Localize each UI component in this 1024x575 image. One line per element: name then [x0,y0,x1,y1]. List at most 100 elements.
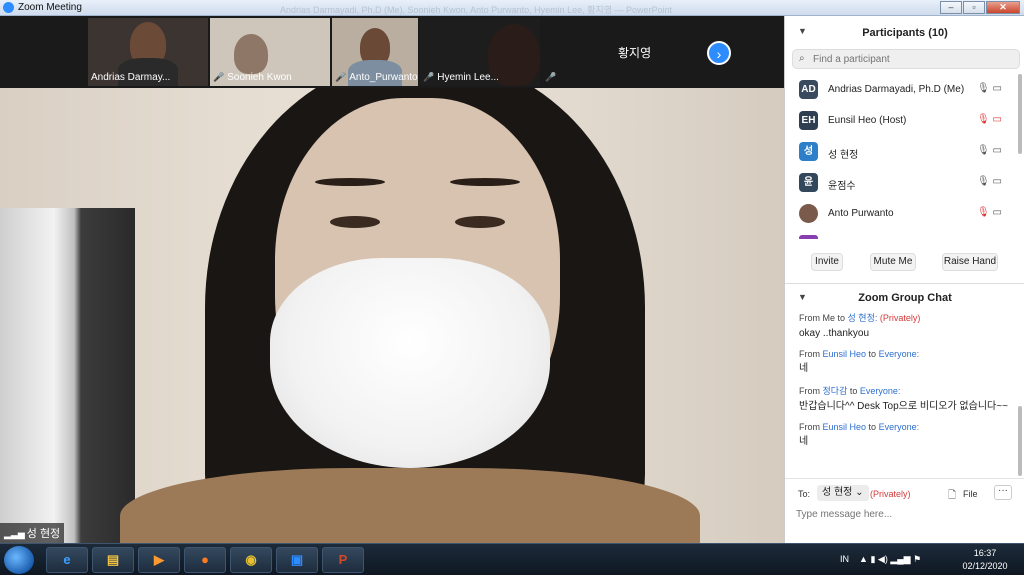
participant-name: Eunsil Heo (Host) [828,115,907,126]
file-icon[interactable]: 🗋 [948,488,956,505]
participants-header: ▼ Participants (10) [785,16,1024,48]
message-text: okay ..thankyou [799,328,870,339]
minimize-button[interactable]: – [940,1,962,14]
mic-muted-icon: 🎤 [545,72,557,82]
invite-button[interactable]: Invite [811,253,843,271]
message-text: 반갑습니다^^ Desk Top으로 비디오가 없습니다~~ [799,401,1008,412]
powerpoint-icon[interactable]: P [322,547,364,573]
recipient-select[interactable]: 성 현정 ⌄ [817,485,869,501]
thumbnail-name: Soonieh Kwon [227,72,292,83]
video-icon[interactable]: ▭ [992,176,1001,187]
chat-message-input[interactable] [796,506,1018,522]
next-page-button[interactable]: › [707,41,731,65]
start-button[interactable] [4,546,34,574]
participants-scrollbar[interactable] [1018,74,1022,154]
from-label: From Me to [799,313,846,323]
clock-time: 16:37 [973,548,997,558]
faint-caption: Andrias Darmayadi, Ph.D (Me), Soonieh Kw… [280,5,673,15]
ie-icon[interactable]: e [46,547,88,573]
recipient-value: 성 현정 [822,487,853,498]
file-button[interactable]: File [963,489,978,499]
chat-message: From Eunsil Heo to Everyone: 네 [799,422,1014,448]
chat-message: From 정다감 to Everyone: 반갑습니다^^ Desk Top으로… [799,384,1014,413]
participant-row[interactable]: EH Eunsil Heo (Host) 🎙 ▭ [785,104,1017,135]
participant-row[interactable]: 윤 윤점수 🎙 ▭ [785,166,1017,197]
speaker-sweater-image [120,468,700,543]
language-indicator[interactable]: IN [840,554,849,564]
participant-actions: Invite Mute Me Raise Hand [785,253,1024,273]
private-label: (Privately) [879,313,921,323]
thumbnail-hwangjiyoung[interactable]: 황지영 🎤 [542,18,702,86]
firefox-icon[interactable]: ● [184,547,226,573]
participant-status: 🎙 ▭ [977,114,1002,125]
sender-name[interactable]: 정다감 [823,386,848,396]
recipient-name[interactable]: Everyone: [879,422,920,432]
participant-name: 윤점수 [828,181,856,192]
sender-name[interactable]: Eunsil Heo [823,349,867,359]
window-title: Zoom Meeting [18,2,82,13]
chat-scrollbar[interactable] [1018,406,1022,476]
active-speaker-name: 성 현정 [26,528,61,540]
video-icon[interactable]: ▭ [992,145,1001,156]
thumbnail-soonieh[interactable]: 🎤 Soonieh Kwon [210,18,330,86]
participant-status: 🎙 ▭ [977,176,1002,187]
mic-icon[interactable]: 🎙 [977,83,990,94]
sender-name[interactable]: Eunsil Heo [823,422,867,432]
recipient-name[interactable]: Everyone: [879,349,920,359]
maximize-button[interactable]: ▫ [963,1,985,14]
chat-message: From Eunsil Heo to Everyone: 네 [799,349,1014,375]
active-speaker-video: ▂▃▅ 성 현정 [0,88,784,543]
divider [785,478,1024,479]
thumbnail-anto[interactable]: 🎤 Anto_Purwanto [332,18,418,86]
face-mask-image [270,258,550,468]
battery-icon[interactable]: ▮ [870,554,875,564]
participant-video-image [234,34,268,74]
video-icon[interactable]: ▭ [992,207,1001,218]
zoom-icon[interactable]: ▣ [276,547,318,573]
participant-search[interactable]: ⌕ [792,49,1020,69]
participant-status: 🎙 ▭ [977,145,1002,156]
raise-hand-button[interactable]: Raise Hand [942,253,998,271]
participant-row-partial[interactable] [785,228,1017,239]
background-refrigerator-image [0,208,135,543]
chat-messages: From Me to 성 현정: (Privately) okay ..than… [799,311,1014,471]
media-icon[interactable]: ▶ [138,547,180,573]
message-meta: From 정다감 to Everyone: [799,386,901,396]
video-icon[interactable]: ▭ [992,83,1001,94]
chrome-icon[interactable]: ◉ [230,547,272,573]
thumbnail-hyemin[interactable]: 🎤 Hyemin Lee... [420,18,540,86]
participant-search-input[interactable] [813,52,1013,67]
message-meta: From Me to 성 현정: (Privately) [799,311,1014,324]
message-meta: From Eunsil Heo to Everyone: [799,422,920,432]
windows-taskbar: e ▤ ▶ ● ◉ ▣ P IN ▲ ▮ ◀) ▂▄▆ ⚑ 16:37 02/1… [0,543,1024,575]
mic-muted-icon[interactable]: 🎙 [977,114,990,125]
sender-name[interactable]: 성 현정: [848,313,878,323]
explorer-icon[interactable]: ▤ [92,547,134,573]
participant-row[interactable]: 성 성 현정 🎙 ▭ [785,135,1017,166]
video-off-icon[interactable]: ▭ [992,114,1001,125]
mic-muted-icon[interactable]: 🎙 [977,207,990,218]
participant-row[interactable]: Anto Purwanto 🎙 ▭ [785,197,1017,228]
more-options-button[interactable]: ··· [994,485,1012,500]
recipient-name[interactable]: Everyone: [860,386,901,396]
mic-icon[interactable]: 🎙 [977,145,990,156]
mic-muted-icon: 🎤 [423,72,435,82]
flag-icon[interactable]: ⚑ [913,554,921,564]
network-icon[interactable]: ▂▄▆ [890,554,910,564]
divider [785,283,1024,284]
mic-icon[interactable]: 🎙 [977,176,990,187]
clock[interactable]: 16:37 02/12/2020 [955,547,1015,573]
mute-me-button[interactable]: Mute Me [870,253,916,271]
participant-status: 🎙 ▭ [977,207,1002,218]
avatar [799,204,818,223]
close-window-button[interactable]: ✕ [986,1,1020,14]
brow-image [315,178,385,186]
message-meta: From Eunsil Heo to Everyone: [799,349,920,359]
mic-muted-icon: 🎤 [335,72,347,82]
volume-icon[interactable]: ◀) [878,554,888,564]
mic-muted-icon: 🎤 [213,72,225,82]
thumbnail-name: Anto_Purwanto [349,72,418,83]
participant-row[interactable]: AD Andrias Darmayadi, Ph.D (Me) 🎙 ▭ [785,73,1017,104]
tray-up-icon[interactable]: ▲ [859,554,868,564]
thumbnail-andrias[interactable]: Andrias Darmay... [88,18,208,86]
